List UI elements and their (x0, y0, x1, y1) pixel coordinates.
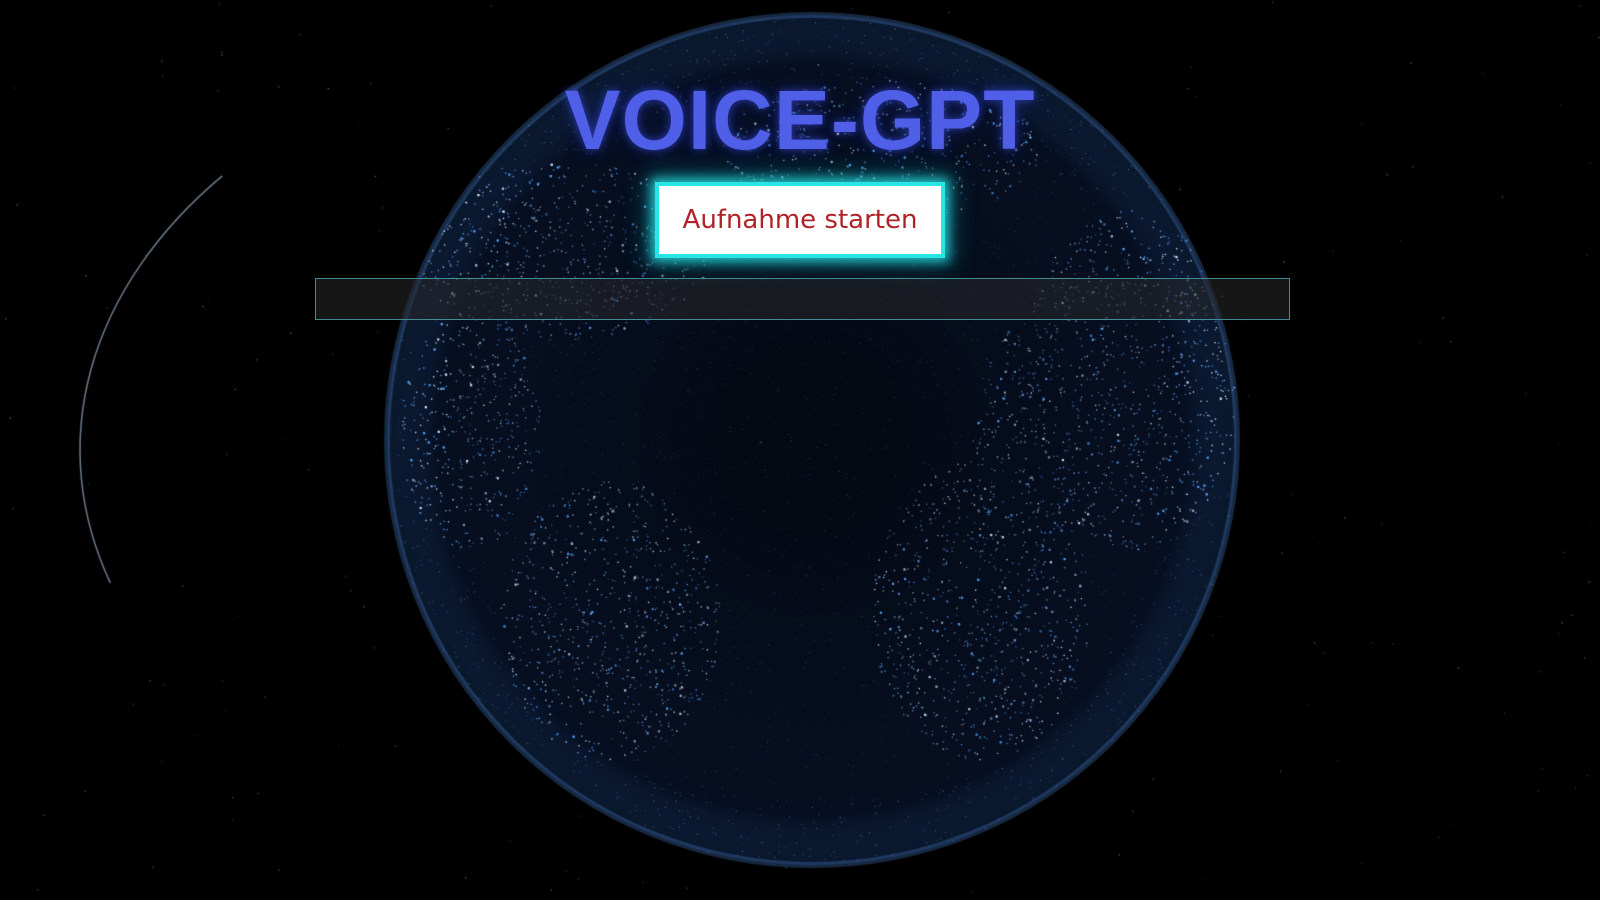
app-window: VOICE-GPT Aufnahme starten (0, 0, 1600, 900)
start-recording-button[interactable]: Aufnahme starten (655, 182, 945, 258)
app-title: VOICE-GPT (564, 73, 1036, 167)
transcript-field[interactable] (315, 278, 1290, 320)
